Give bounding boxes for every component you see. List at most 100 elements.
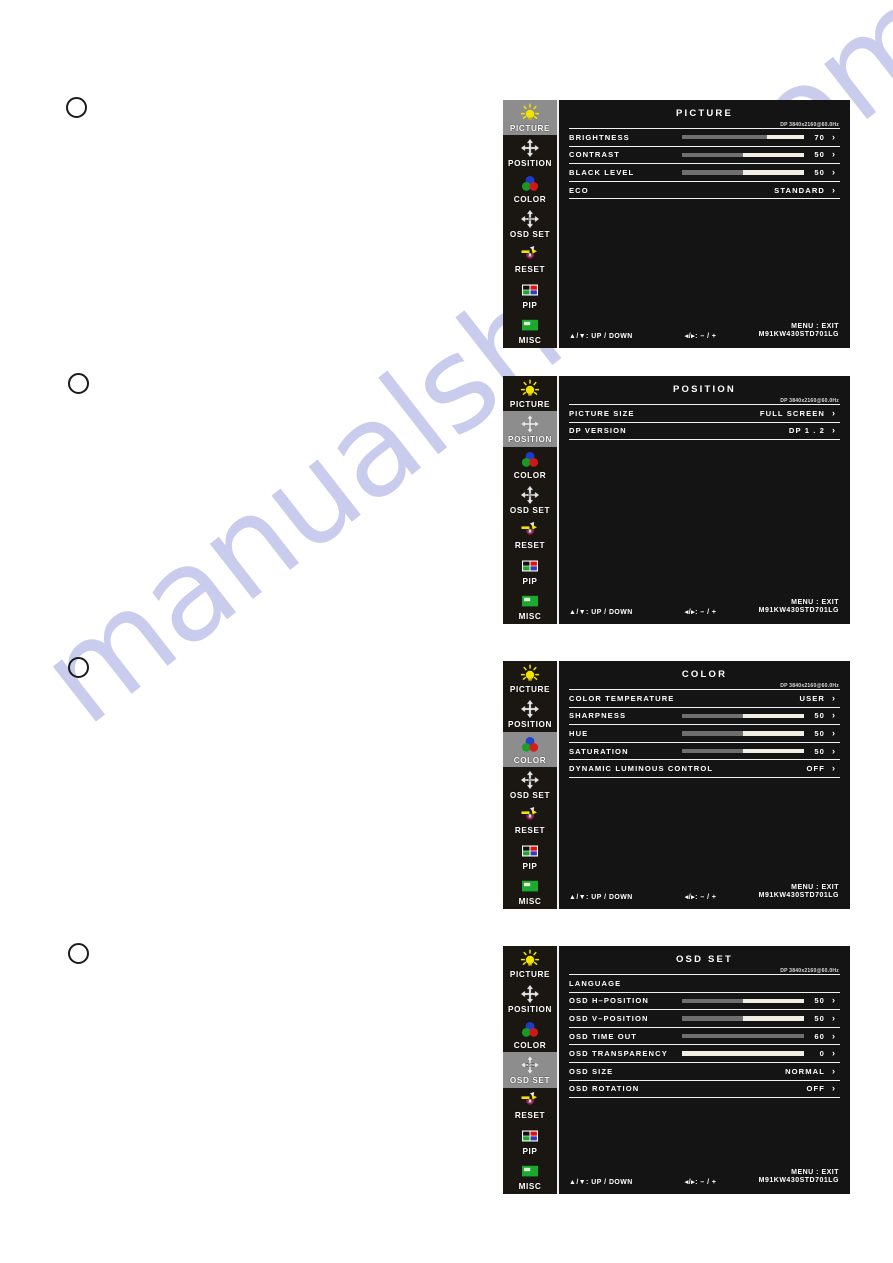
osd-row[interactable]: SHARPNESS 50 ›	[569, 708, 840, 726]
sidebar-item-label: PIP	[522, 861, 538, 871]
sidebar-item-color[interactable]: COLOR	[503, 731, 557, 768]
osd-slider[interactable]	[682, 998, 804, 1004]
osd-body: COLOR DP 3840x2160@60.0Hz COLOR TEMPERATUR…	[559, 661, 850, 909]
chevron-right-icon[interactable]: ›	[832, 1084, 840, 1093]
osd-row[interactable]: DP VERSION DP 1 . 2 ›	[569, 423, 840, 441]
osd-slider[interactable]	[682, 748, 804, 754]
sidebar-item-picture[interactable]: PICTURE	[503, 946, 557, 981]
osd-row-value: DP 1 . 2	[788, 426, 825, 436]
sidebar-item-label: PIP	[522, 576, 538, 586]
sidebar-item-color[interactable]: COLOR	[503, 447, 557, 482]
sidebar-item-misc[interactable]: MISC	[503, 313, 557, 348]
sidebar-item-osd-set[interactable]: OSD OSD SET	[503, 206, 557, 241]
osd-row-label: LANGUAGE	[569, 978, 622, 988]
osd-slider[interactable]	[682, 1051, 804, 1056]
osd-row[interactable]: OSD TRANSPARENCY 0 ›	[569, 1045, 840, 1063]
osd-row[interactable]: OSD ROTATION OFF ›	[569, 1081, 840, 1099]
sidebar-item-osd-set[interactable]: OSD OSD SET	[503, 482, 557, 517]
osd-row[interactable]: HUE 50 ›	[569, 725, 840, 743]
chevron-right-icon[interactable]: ›	[832, 132, 840, 142]
osd-slider[interactable]	[682, 152, 804, 158]
osd-row-value: STANDARD	[774, 185, 825, 195]
chevron-right-icon[interactable]: ›	[832, 1066, 840, 1076]
osd-slider[interactable]	[682, 713, 804, 719]
chevron-right-icon[interactable]: ›	[832, 408, 840, 418]
osd-row[interactable]: OSD V–POSITION 50 ›	[569, 1010, 840, 1028]
sidebar-item-picture[interactable]: PICTURE	[503, 376, 557, 411]
osd-row-label: BRIGHTNESS	[569, 132, 630, 142]
osd-row[interactable]: OSD H–POSITION 50 ›	[569, 993, 840, 1011]
sidebar-item-label: COLOR	[513, 755, 547, 765]
sidebar-item-position[interactable]: POSITION	[503, 696, 557, 731]
osd-row-label: HUE	[569, 728, 589, 738]
osd-slider[interactable]	[682, 731, 804, 736]
chevron-right-icon[interactable]: ›	[832, 746, 840, 756]
sidebar-item-label: POSITION	[508, 435, 552, 445]
sidebar-item-misc[interactable]: MISC	[503, 874, 557, 909]
osd-slider[interactable]	[682, 135, 804, 140]
sidebar-item-label: PICTURE	[509, 969, 551, 979]
sidebar-item-label: PICTURE	[509, 399, 551, 409]
sidebar-item-pip[interactable]: PIP	[503, 277, 557, 312]
sidebar-item-label: MISC	[518, 612, 542, 622]
sidebar-item-position[interactable]: POSITION	[503, 981, 557, 1016]
chevron-right-icon[interactable]: ›	[832, 693, 840, 703]
osd-row[interactable]: PICTURE SIZE FULL SCREEN ›	[569, 405, 840, 423]
chevron-right-icon[interactable]: ›	[832, 728, 840, 738]
chevron-right-icon[interactable]: ›	[832, 150, 840, 159]
sidebar-item-color[interactable]: COLOR	[503, 1017, 557, 1052]
osd-slider[interactable]	[682, 1033, 804, 1039]
osd-slider-fill	[682, 135, 768, 140]
sidebar-item-misc[interactable]: MISC	[503, 1159, 557, 1194]
sidebar-item-osd-set[interactable]: OSD OSD SET	[503, 1052, 557, 1088]
sidebar-item-label: MISC	[518, 336, 542, 346]
osd-row-label: DP VERSION	[569, 426, 627, 436]
sidebar-item-osd-set[interactable]: OSD OSD SET	[503, 767, 557, 802]
osd-slider[interactable]	[682, 1016, 804, 1021]
sidebar-item-color[interactable]: COLOR	[503, 171, 557, 206]
sidebar-item-misc[interactable]: MISC	[503, 589, 557, 624]
osd-row[interactable]: BRIGHTNESS 70 ›	[569, 129, 840, 147]
sidebar-item-pip[interactable]: PIP	[503, 1123, 557, 1158]
osd-row[interactable]: BLACK LEVEL 50 ›	[569, 164, 840, 182]
osd-row[interactable]: OSD TIME OUT 60 ›	[569, 1028, 840, 1046]
sidebar-item-label: COLOR	[513, 194, 547, 204]
osd-slider[interactable]	[682, 170, 804, 175]
misc-screen-icon	[520, 1161, 540, 1181]
sidebar-item-picture[interactable]: PICTURE	[503, 100, 557, 136]
osd-row[interactable]: DYNAMIC LUMINOUS CONTROL OFF ›	[569, 760, 840, 778]
chevron-right-icon[interactable]: ›	[832, 711, 840, 720]
sidebar-item-picture[interactable]: PICTURE	[503, 661, 557, 696]
callout-marker-1	[66, 97, 87, 118]
osd-row[interactable]: COLOR TEMPERATURE USER ›	[569, 690, 840, 708]
reset-tool-icon	[520, 520, 540, 540]
osd-row[interactable]: LANGUAGE	[569, 975, 840, 993]
chevron-right-icon[interactable]: ›	[832, 1049, 840, 1058]
chevron-right-icon[interactable]: ›	[832, 1013, 840, 1023]
sidebar-item-position[interactable]: POSITION	[503, 135, 557, 170]
sidebar-item-label: COLOR	[513, 470, 547, 480]
pip-quad-icon	[520, 556, 540, 576]
chevron-right-icon[interactable]: ›	[832, 167, 840, 177]
footer-up-down-hint: ▲/▼: UP / DOWN	[569, 609, 633, 616]
sidebar-item-pip[interactable]: PIP	[503, 838, 557, 873]
osd-sidebar: PICTURE POSITION COLOR OSD OSD SET RESET PIP MI…	[503, 376, 559, 624]
chevron-right-icon[interactable]: ›	[832, 185, 840, 195]
sidebar-item-reset[interactable]: RESET	[503, 518, 557, 553]
sidebar-item-position[interactable]: POSITION	[503, 411, 557, 447]
osd-row-list: LANGUAGE OSD H–POSITION 50 › OSD V–POSITION 5…	[569, 974, 840, 1099]
footer-menu-exit: MENU : EXIT	[791, 598, 839, 606]
osd-row[interactable]: SATURATION 50 ›	[569, 743, 840, 761]
chevron-right-icon[interactable]: ›	[832, 1031, 840, 1041]
osd-row[interactable]: ECO STANDARD ›	[569, 182, 840, 200]
sidebar-item-reset[interactable]: RESET	[503, 1088, 557, 1123]
osd-row[interactable]: CONTRAST 50 ›	[569, 147, 840, 165]
sidebar-item-reset[interactable]: RESET	[503, 242, 557, 277]
sidebar-item-pip[interactable]: PIP	[503, 553, 557, 588]
osd-slider-fill	[682, 748, 743, 754]
chevron-right-icon[interactable]: ›	[832, 764, 840, 773]
chevron-right-icon[interactable]: ›	[832, 996, 840, 1005]
osd-row[interactable]: OSD SIZE NORMAL ›	[569, 1063, 840, 1081]
chevron-right-icon[interactable]: ›	[832, 426, 840, 435]
sidebar-item-reset[interactable]: RESET	[503, 803, 557, 838]
